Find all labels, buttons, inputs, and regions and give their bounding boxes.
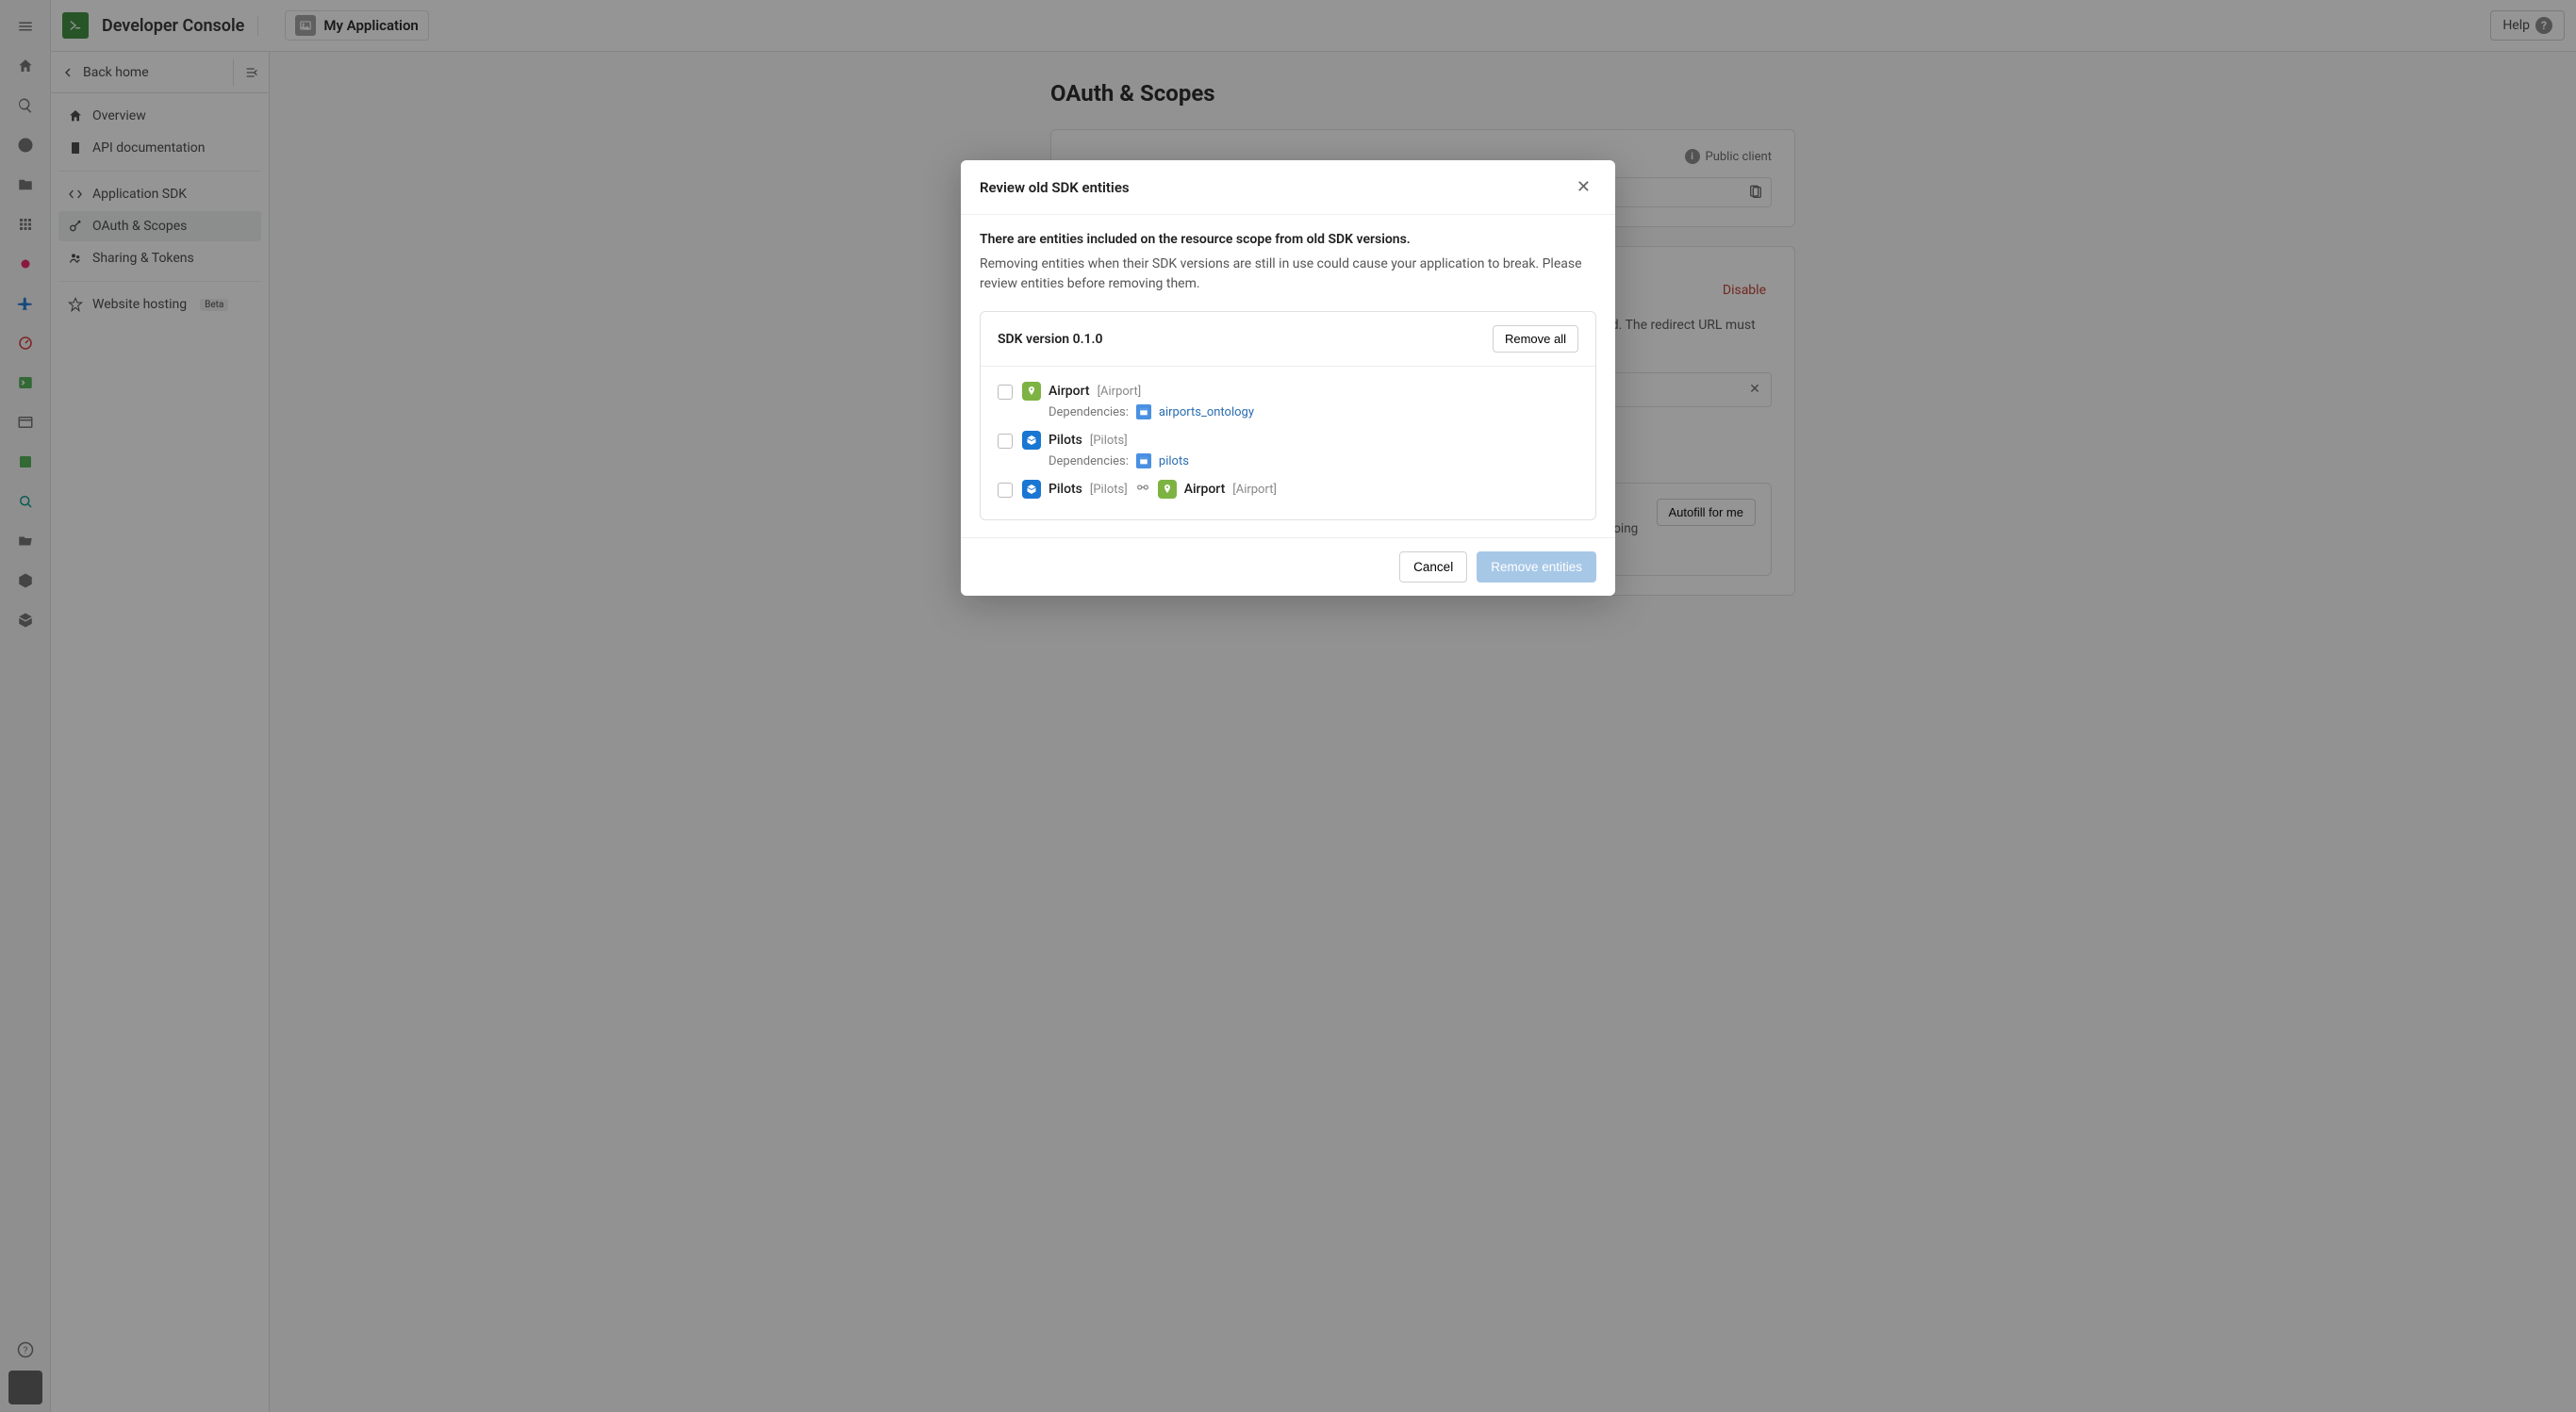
cancel-button[interactable]: Cancel [1399,551,1467,583]
modal-overlay: Review old SDK entities ✕ There are enti… [0,0,2576,1412]
modal-description: Removing entities when their SDK version… [980,254,1596,294]
dependency-link[interactable]: airports_ontology [1159,405,1254,419]
entity-checkbox[interactable] [998,434,1013,449]
entity-name: Airport [1049,384,1090,399]
entity-checkbox[interactable] [998,483,1013,498]
object-cube-icon [1022,480,1041,499]
table-icon [1136,404,1151,419]
sdk-version-label: SDK version 0.1.0 [998,332,1103,347]
entity-api-name: [Pilots] [1090,434,1128,448]
modal-title: Review old SDK entities [980,179,1130,196]
dependencies-label: Dependencies: [1049,405,1129,419]
link-icon [1135,480,1150,499]
dependency-link[interactable]: pilots [1159,454,1189,468]
entity-row: Pilots [Pilots] Dependencies: pilots [998,425,1578,474]
location-pin-icon [1022,382,1041,401]
entity-api-name: [Airport] [1098,385,1142,399]
dependencies-label: Dependencies: [1049,454,1129,468]
close-modal-button[interactable]: ✕ [1571,175,1596,199]
location-pin-icon [1158,480,1177,499]
review-entities-modal: Review old SDK entities ✕ There are enti… [961,160,1615,596]
entity-row: Pilots [Pilots] Airport [Airport] [998,474,1578,504]
entity-name: Pilots [1049,482,1082,497]
entity-name: Airport [1184,482,1226,497]
entity-row: Airport [Airport] Dependencies: airports_on… [998,376,1578,425]
object-cube-icon [1022,431,1041,450]
remove-entities-button[interactable]: Remove entities [1477,551,1596,583]
entity-name: Pilots [1049,433,1082,448]
entity-api-name: [Airport] [1232,483,1277,497]
table-icon [1136,453,1151,468]
modal-heading: There are entities included on the resou… [980,232,1596,247]
entity-checkbox[interactable] [998,385,1013,400]
remove-all-button[interactable]: Remove all [1493,325,1578,353]
entity-api-name: [Pilots] [1090,483,1128,497]
